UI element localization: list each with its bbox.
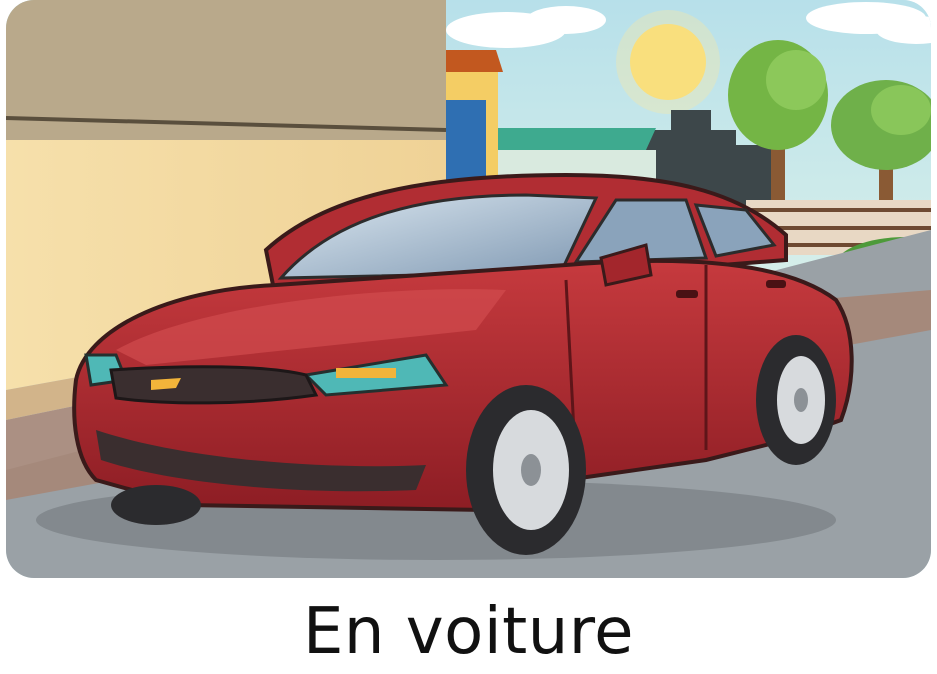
rear-wheel [756, 335, 836, 465]
car-illustration [6, 0, 931, 578]
street-scene-svg [6, 0, 931, 578]
card-caption: En voiture [302, 595, 635, 669]
front-wheel [466, 385, 586, 555]
